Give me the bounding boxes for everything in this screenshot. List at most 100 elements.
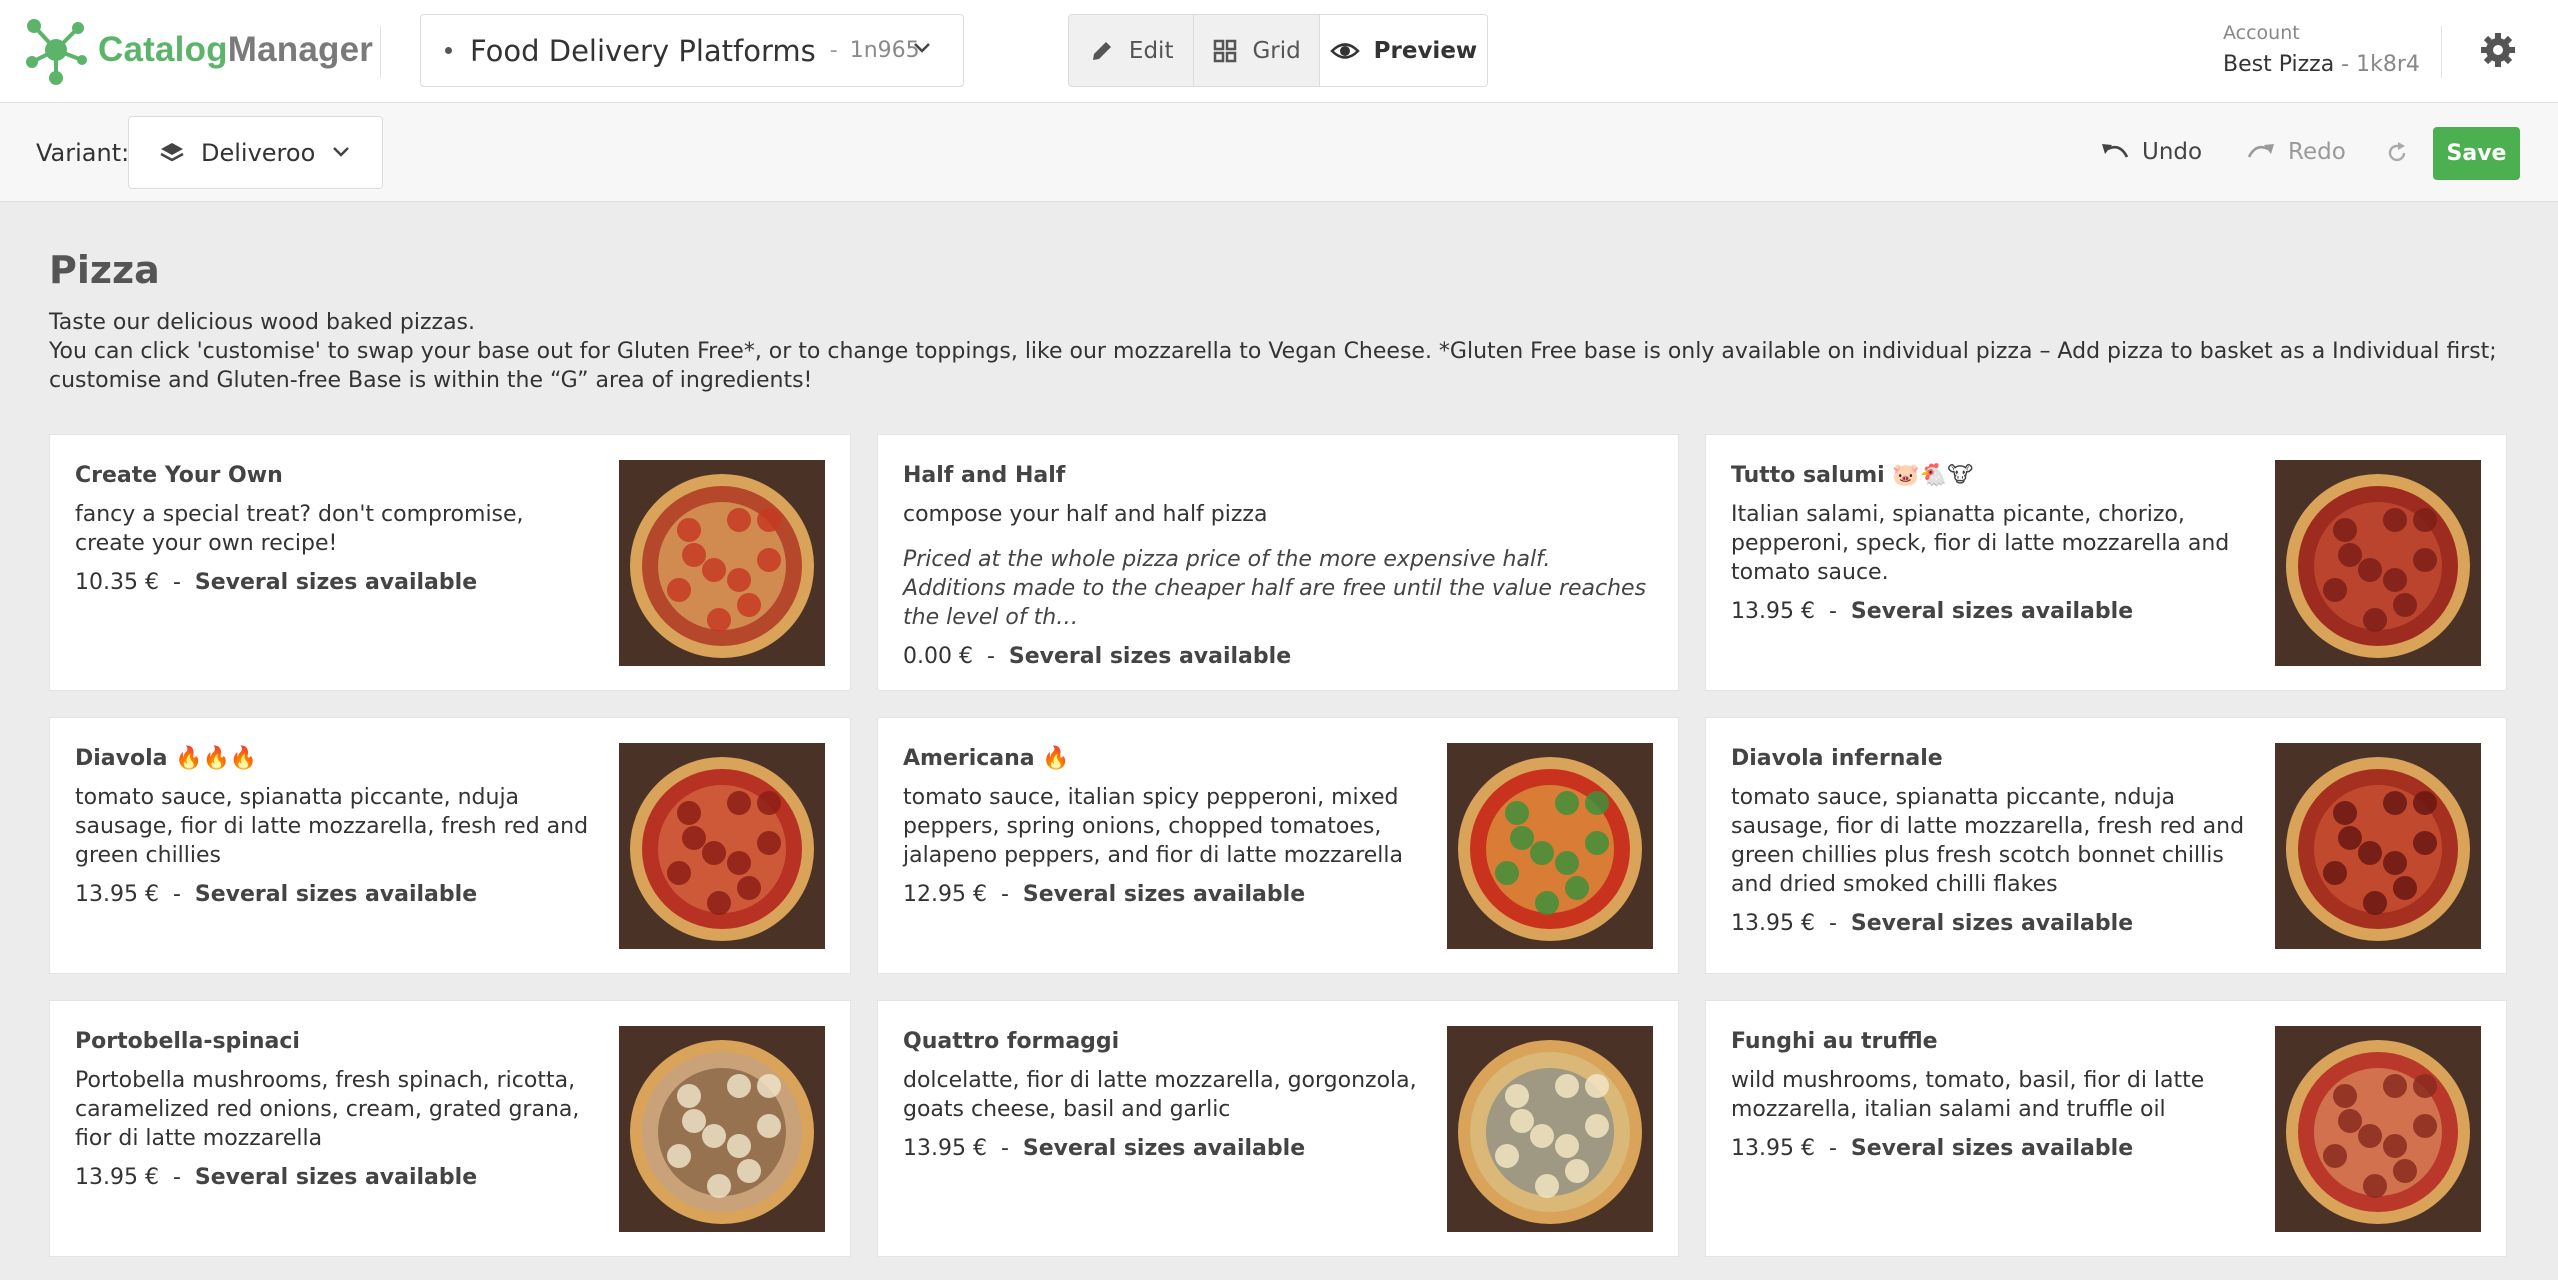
product-name: Diavola infernale <box>1731 746 1943 771</box>
refresh-icon[interactable] <box>2385 141 2409 165</box>
product-price-line: 13.95 € - Several sizes available <box>903 1136 1306 1161</box>
pencil-icon <box>1092 41 1111 60</box>
variant-value: Deliveroo <box>201 138 316 167</box>
product-price-line: 0.00 € - Several sizes available <box>903 644 1292 669</box>
product-name: Create Your Own <box>75 463 283 488</box>
redo-icon <box>2247 144 2274 158</box>
product-price: 13.95 € <box>1731 1136 1815 1161</box>
bullet-icon <box>445 47 452 54</box>
editor-toolbar: Variant: Deliveroo Undo Redo Save <box>0 103 2558 202</box>
sizes-label: Several sizes available <box>194 1165 478 1190</box>
product-card[interactable]: Create Your Own fancy a special treat? do… <box>49 434 851 691</box>
category-description: Taste our delicious wood baked pizzas. Y… <box>49 310 2497 393</box>
product-name: Quattro formaggi <box>903 1029 1120 1054</box>
edit-mode-button[interactable]: Edit <box>1069 15 1195 86</box>
variant-select[interactable]: Deliveroo <box>128 116 383 189</box>
app-name: CatalogManager <box>98 30 374 69</box>
product-name: Funghi au truffle <box>1731 1029 1938 1054</box>
catalog-code: 1n965 <box>849 38 920 63</box>
product-image <box>2275 460 2481 666</box>
grid-icon <box>1214 39 1237 62</box>
sizes-label: Several sizes available <box>1022 882 1306 907</box>
account-name: Best Pizza <box>2223 52 2335 77</box>
sizes-label: Several sizes available <box>1850 599 2134 624</box>
save-button[interactable]: Save <box>2433 127 2520 180</box>
product-price-line: 13.95 € - Several sizes available <box>1731 599 2134 624</box>
product-price-line: 13.95 € - Several sizes available <box>75 1165 478 1190</box>
product-name: Portobella-spinaci <box>75 1029 300 1054</box>
product-description: tomato sauce, italian spicy pepperoni, m… <box>903 785 1403 868</box>
view-mode-group: Edit Grid Preview <box>1068 14 1488 87</box>
product-price: 13.95 € <box>75 1165 159 1190</box>
catalog-select[interactable]: Food Delivery Platforms - 1n965 <box>420 14 964 87</box>
product-image <box>2275 743 2481 949</box>
variant-label: Variant: <box>36 139 130 167</box>
sizes-label: Several sizes available <box>1008 644 1292 669</box>
product-description: tomato sauce, spianatta piccante, nduja … <box>75 785 589 868</box>
product-image <box>619 743 825 949</box>
product-description: dolcelatte, fior di latte mozzarella, go… <box>903 1068 1417 1122</box>
eye-icon <box>1329 42 1360 59</box>
account-info[interactable]: Account Best Pizza - 1k8r4 <box>2223 22 2420 77</box>
product-name: Half and Half <box>903 463 1066 488</box>
product-price: 10.35 € <box>75 570 159 595</box>
product-price: 13.95 € <box>903 1136 987 1161</box>
product-price-line: 13.95 € - Several sizes available <box>1731 1136 2134 1161</box>
sizes-label: Several sizes available <box>1850 1136 2134 1161</box>
product-price: 0.00 € <box>903 644 973 669</box>
sizes-label: Several sizes available <box>194 570 478 595</box>
product-description: Italian salami, spianatta picante, chori… <box>1731 502 2230 585</box>
product-price-line: 13.95 € - Several sizes available <box>1731 911 2134 936</box>
logo-icon <box>26 19 87 85</box>
account-label: Account <box>2223 22 2300 44</box>
layers-icon <box>160 142 184 161</box>
product-note: Priced at the whole pizza price of the m… <box>903 547 1647 630</box>
product-card[interactable]: Funghi au truffle wild mushrooms, tomato,… <box>1705 1000 2507 1257</box>
top-bar: CatalogManager Food Delivery Platforms -… <box>0 0 2558 103</box>
chevron-down-icon <box>914 43 930 53</box>
product-name: Americana 🔥 <box>903 746 1070 771</box>
product-price: 13.95 € <box>1731 911 1815 936</box>
product-card[interactable]: Half and Half compose your half and half … <box>877 434 1679 691</box>
catalog-name: Food Delivery Platforms <box>470 33 816 68</box>
product-image <box>2275 1026 2481 1232</box>
undo-button[interactable]: Undo <box>2100 139 2202 165</box>
product-image <box>619 1026 825 1232</box>
product-description: tomato sauce, spianatta piccante, nduja … <box>1731 785 2245 897</box>
sizes-label: Several sizes available <box>1022 1136 1306 1161</box>
chevron-down-icon <box>333 147 349 157</box>
sizes-label: Several sizes available <box>194 882 478 907</box>
product-card[interactable]: Quattro formaggi dolcelatte, fior di latt… <box>877 1000 1679 1257</box>
app-logo[interactable]: CatalogManager <box>22 14 373 86</box>
product-price-line: 12.95 € - Several sizes available <box>903 882 1306 907</box>
grid-mode-button[interactable]: Grid <box>1194 15 1320 86</box>
product-image <box>619 460 825 666</box>
product-card[interactable]: Tutto salumi 🐷🐔🐮 Italian salami, spianatt… <box>1705 434 2507 691</box>
product-name: Diavola 🔥🔥🔥 <box>75 746 258 771</box>
product-card[interactable]: Diavola 🔥🔥🔥 tomato sauce, spianatta picca… <box>49 717 851 974</box>
redo-button[interactable]: Redo <box>2246 139 2346 165</box>
product-card[interactable]: Americana 🔥 tomato sauce, italian spicy p… <box>877 717 1679 974</box>
product-name: Tutto salumi 🐷🐔🐮 <box>1731 463 1974 488</box>
account-code: 1k8r4 <box>2356 52 2420 77</box>
product-card[interactable]: Portobella-spinaci Portobella mushrooms, … <box>49 1000 851 1257</box>
product-description: fancy a special treat? don't compromise,… <box>75 502 524 556</box>
product-description: compose your half and half pizza <box>903 502 1268 527</box>
category-header: Pizza <box>49 248 2509 292</box>
product-image <box>1447 1026 1653 1232</box>
sizes-label: Several sizes available <box>1850 911 2134 936</box>
product-price: 13.95 € <box>1731 599 1815 624</box>
product-price: 12.95 € <box>903 882 987 907</box>
product-card[interactable]: Diavola infernale tomato sauce, spianatta… <box>1705 717 2507 974</box>
product-description: Portobella mushrooms, fresh spinach, ric… <box>75 1068 580 1151</box>
preview-mode-button[interactable]: Preview <box>1319 15 1487 86</box>
category-title: Pizza <box>49 248 160 292</box>
undo-icon <box>2102 144 2129 158</box>
product-price-line: 10.35 € - Several sizes available <box>75 570 478 595</box>
product-price-line: 13.95 € - Several sizes available <box>75 882 478 907</box>
gear-icon[interactable] <box>2480 32 2516 68</box>
product-price: 13.95 € <box>75 882 159 907</box>
divider <box>2441 26 2442 78</box>
product-description: wild mushrooms, tomato, basil, fior di l… <box>1731 1068 2205 1122</box>
divider <box>380 26 381 78</box>
